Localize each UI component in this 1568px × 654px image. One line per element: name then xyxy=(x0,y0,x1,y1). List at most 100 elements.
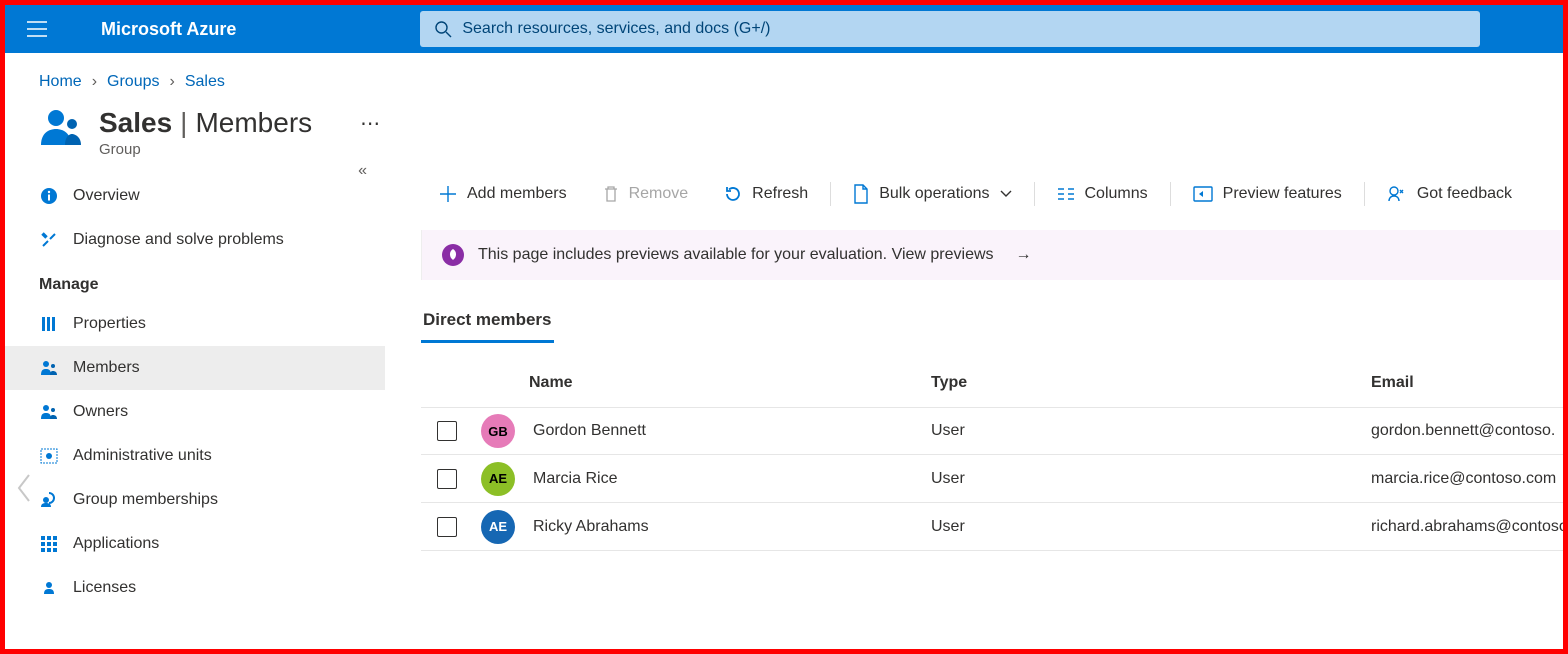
row-checkbox[interactable] xyxy=(437,421,457,441)
table-row[interactable]: AE Ricky Abrahams Userrichard.abrahams@con… xyxy=(421,503,1563,551)
toolbar-label: Columns xyxy=(1085,185,1148,203)
toolbar-separator xyxy=(1034,182,1035,206)
row-name-cell: AE Ricky Abrahams xyxy=(473,510,923,544)
breadcrumb-separator: › xyxy=(169,73,174,91)
feedback-icon xyxy=(1387,185,1407,203)
remove-button: Remove xyxy=(585,172,707,216)
chevron-down-icon xyxy=(1000,190,1012,198)
column-header-type[interactable]: Type xyxy=(923,374,1363,392)
trash-icon xyxy=(603,185,619,203)
columns-icon xyxy=(1057,187,1075,201)
sidebar-item-label: Overview xyxy=(73,187,140,205)
hamburger-menu[interactable] xyxy=(13,5,61,53)
more-actions-button[interactable]: ⋯ xyxy=(348,107,392,140)
toolbar-label: Add members xyxy=(467,185,567,203)
bulk-operations-button[interactable]: Bulk operations xyxy=(835,172,1029,216)
sidebar-item-label: Group memberships xyxy=(73,491,218,509)
tab-direct-members[interactable]: Direct members xyxy=(421,304,554,343)
sidebar-item-applications[interactable]: Applications xyxy=(5,522,385,566)
row-email-cell: gordon.bennett@contoso. xyxy=(1363,422,1563,440)
sidebar-item-overview[interactable]: Overview xyxy=(5,174,385,218)
avatar: GB xyxy=(481,414,515,448)
preview-banner[interactable]: This page includes previews available fo… xyxy=(421,230,1563,280)
toolbar-label: Remove xyxy=(629,185,689,203)
breadcrumb-home[interactable]: Home xyxy=(39,73,82,91)
page-header: Sales | Members Group ⋯ xyxy=(5,99,1563,168)
avatar: AE xyxy=(481,510,515,544)
sidebar-item-label: Applications xyxy=(73,535,159,553)
sidebar-item-group-memberships[interactable]: Group memberships xyxy=(5,478,385,522)
row-checkbox-cell xyxy=(421,517,473,537)
main-content: Add members Remove Refresh Bulk operatio… xyxy=(385,168,1563,642)
group-avatar-icon xyxy=(39,107,83,147)
refresh-icon xyxy=(724,185,742,203)
owners-icon xyxy=(39,404,59,420)
tab-header: Direct members xyxy=(421,304,1563,343)
refresh-button[interactable]: Refresh xyxy=(706,172,826,216)
page-subtitle: Group xyxy=(99,141,312,158)
row-name-cell: AE Marcia Rice xyxy=(473,462,923,496)
plus-icon xyxy=(439,185,457,203)
page-title: Sales | Members xyxy=(99,107,312,139)
toolbar: Add members Remove Refresh Bulk operatio… xyxy=(421,172,1563,216)
add-members-button[interactable]: Add members xyxy=(421,172,585,216)
toolbar-label: Bulk operations xyxy=(879,185,989,203)
breadcrumb-separator: › xyxy=(92,73,97,91)
members-icon xyxy=(39,360,59,376)
avatar: AE xyxy=(481,462,515,496)
banner-text: This page includes previews available fo… xyxy=(478,246,994,264)
sidebar-section-manage: Manage xyxy=(5,262,385,302)
sidebar-item-diagnose[interactable]: Diagnose and solve problems xyxy=(5,218,385,262)
member-name[interactable]: Ricky Abrahams xyxy=(533,518,649,536)
admin-units-icon xyxy=(39,448,59,464)
sidebar-item-label: Administrative units xyxy=(73,447,212,465)
preview-icon xyxy=(1193,186,1213,202)
sidebar-item-label: Properties xyxy=(73,315,146,333)
title-separator: | xyxy=(180,107,187,139)
top-bar: Microsoft Azure Search resources, servic… xyxy=(5,5,1563,53)
row-type-cell: User xyxy=(923,422,1363,440)
row-type-cell: User xyxy=(923,518,1363,536)
sidebar-item-members[interactable]: Members xyxy=(5,346,385,390)
info-icon xyxy=(39,187,59,205)
sidebar-item-admin-units[interactable]: Administrative units xyxy=(5,434,385,478)
chevron-left-icon xyxy=(15,473,33,503)
sidebar-item-label: Licenses xyxy=(73,579,136,597)
column-header-name[interactable]: Name xyxy=(473,374,923,392)
preview-features-button[interactable]: Preview features xyxy=(1175,172,1360,216)
applications-icon xyxy=(39,536,59,552)
collapse-sidebar-button[interactable]: « xyxy=(358,162,367,180)
row-checkbox[interactable] xyxy=(437,469,457,489)
column-header-email[interactable]: Email xyxy=(1363,374,1563,392)
row-checkbox[interactable] xyxy=(437,517,457,537)
sidebar-item-label: Diagnose and solve problems xyxy=(73,231,284,249)
table-row[interactable]: GB Gordon Bennett Usergordon.bennett@conto… xyxy=(421,407,1563,455)
toolbar-label: Preview features xyxy=(1223,185,1342,203)
table-header-row: Name Type Email xyxy=(421,359,1563,407)
title-section: Members xyxy=(195,107,312,139)
licenses-icon xyxy=(39,580,59,596)
sidebar-item-properties[interactable]: Properties xyxy=(5,302,385,346)
feedback-button[interactable]: Got feedback xyxy=(1369,172,1530,216)
back-arrow-button[interactable] xyxy=(9,468,39,508)
member-name[interactable]: Marcia Rice xyxy=(533,470,617,488)
brand-title[interactable]: Microsoft Azure xyxy=(61,19,260,40)
hamburger-icon xyxy=(27,21,47,37)
row-name-cell: GB Gordon Bennett xyxy=(473,414,923,448)
toolbar-label: Refresh xyxy=(752,185,808,203)
sidebar-item-owners[interactable]: Owners xyxy=(5,390,385,434)
sidebar-item-licenses[interactable]: Licenses xyxy=(5,566,385,610)
toolbar-separator xyxy=(1170,182,1171,206)
search-box[interactable]: Search resources, services, and docs (G+… xyxy=(420,11,1480,47)
row-email-cell: richard.abrahams@contoso xyxy=(1363,518,1563,536)
member-name[interactable]: Gordon Bennett xyxy=(533,422,646,440)
table-row[interactable]: AEMarcia RiceUsermarcia.rice@contoso.com xyxy=(421,455,1563,503)
search-icon xyxy=(434,20,452,38)
row-checkbox-cell xyxy=(421,421,473,441)
breadcrumb-groups[interactable]: Groups xyxy=(107,73,159,91)
columns-button[interactable]: Columns xyxy=(1039,172,1166,216)
arrow-right-icon: → xyxy=(1016,246,1032,264)
row-email-cell: marcia.rice@contoso.com xyxy=(1363,470,1563,488)
sidebar-item-label: Owners xyxy=(73,403,128,421)
breadcrumb-current[interactable]: Sales xyxy=(185,73,225,91)
